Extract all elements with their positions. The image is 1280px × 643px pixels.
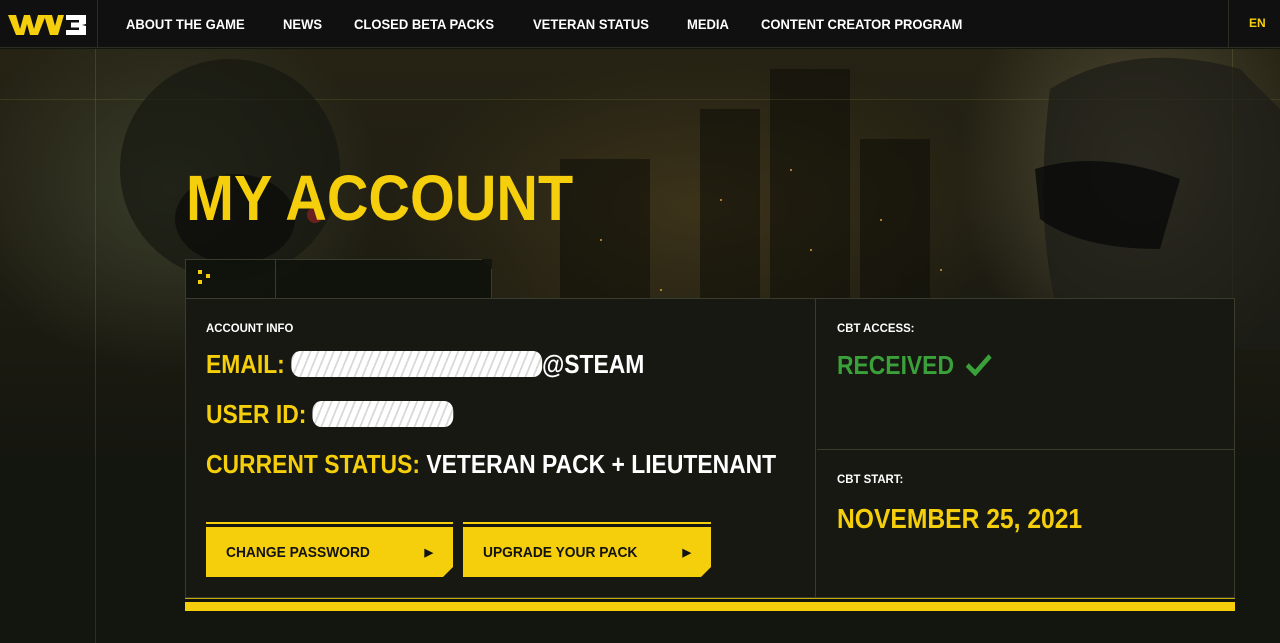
user-id-label: USER ID: [206, 399, 307, 429]
panel-bottom-accent-bar [185, 602, 1235, 611]
cbt-start-label: CBT START: [837, 472, 904, 486]
redacted-user-id-scribble [312, 401, 454, 427]
change-password-label: CHANGE PASSWORD [226, 543, 370, 561]
change-password-button[interactable]: CHANGE PASSWORD ▶ [206, 527, 453, 577]
nav-closed-beta-packs[interactable]: CLOSED BETA PACKS [354, 16, 494, 32]
panel-tab-strip [185, 259, 492, 300]
upgrade-pack-label: UPGRADE YOUR PACK [483, 543, 638, 561]
panel-bottom-accent-thin [185, 598, 1235, 599]
cbt-start-date: NOVEMBER 25, 2021 [837, 503, 1083, 534]
city-light [660, 289, 662, 291]
tab-separator [275, 260, 276, 300]
received-text: RECEIVED [837, 350, 954, 380]
grid-line [95, 456, 96, 643]
account-info-section: ACCOUNT INFO EMAIL: @STEAM USER ID: CURR… [186, 299, 816, 597]
main-nav: ABOUT THE GAME NEWS CLOSED BETA PACKS VE… [126, 0, 1007, 48]
email-label: EMAIL: [206, 349, 285, 379]
cbt-access-section: CBT ACCESS: RECEIVED [817, 299, 1234, 450]
city-light [810, 249, 812, 251]
user-id-row: USER ID: [206, 399, 454, 430]
email-suffix: @STEAM [541, 349, 645, 379]
nav-about-the-game[interactable]: ABOUT THE GAME [126, 16, 245, 32]
city-light [940, 269, 942, 271]
nav-media[interactable]: MEDIA [687, 16, 729, 32]
redacted-email-scribble [291, 351, 542, 377]
language-selector[interactable]: EN [1249, 16, 1266, 30]
ww3-logo-icon[interactable] [6, 9, 90, 39]
status-value: VETERAN PACK + LIEUTENANT [426, 449, 777, 479]
logo-divider [97, 0, 98, 48]
top-navigation-bar: ABOUT THE GAME NEWS CLOSED BETA PACKS VE… [0, 0, 1280, 48]
nav-veteran-status[interactable]: VETERAN STATUS [533, 16, 649, 32]
language-divider [1228, 0, 1229, 48]
dots-grid-icon [198, 270, 214, 286]
status-label: CURRENT STATUS: [206, 449, 420, 479]
email-row: EMAIL: @STEAM [206, 349, 644, 380]
play-arrow-icon: ▶ [424, 547, 433, 559]
page-title: MY ACCOUNT [186, 162, 574, 234]
check-icon [965, 354, 992, 376]
account-panel: ACCOUNT INFO EMAIL: @STEAM USER ID: CURR… [185, 298, 1235, 598]
upgrade-pack-button[interactable]: UPGRADE YOUR PACK ▶ [463, 527, 711, 577]
play-arrow-icon: ▶ [682, 547, 691, 559]
cbt-start-section: CBT START: NOVEMBER 25, 2021 [817, 450, 1234, 597]
city-light [880, 219, 882, 221]
cbt-access-label: CBT ACCESS: [837, 321, 915, 335]
city-light [790, 169, 792, 171]
nav-news[interactable]: NEWS [283, 16, 322, 32]
account-info-heading: ACCOUNT INFO [206, 321, 294, 335]
nav-content-creator-program[interactable]: CONTENT CREATOR PROGRAM [761, 16, 962, 32]
status-row: CURRENT STATUS: VETERAN PACK + LIEUTENAN… [206, 449, 776, 480]
button-accent-line [206, 522, 453, 524]
cbt-access-value: RECEIVED [837, 350, 992, 381]
city-light [600, 239, 602, 241]
tab-corner-cut [482, 259, 492, 269]
city-light [720, 199, 722, 201]
button-accent-line [463, 522, 711, 524]
